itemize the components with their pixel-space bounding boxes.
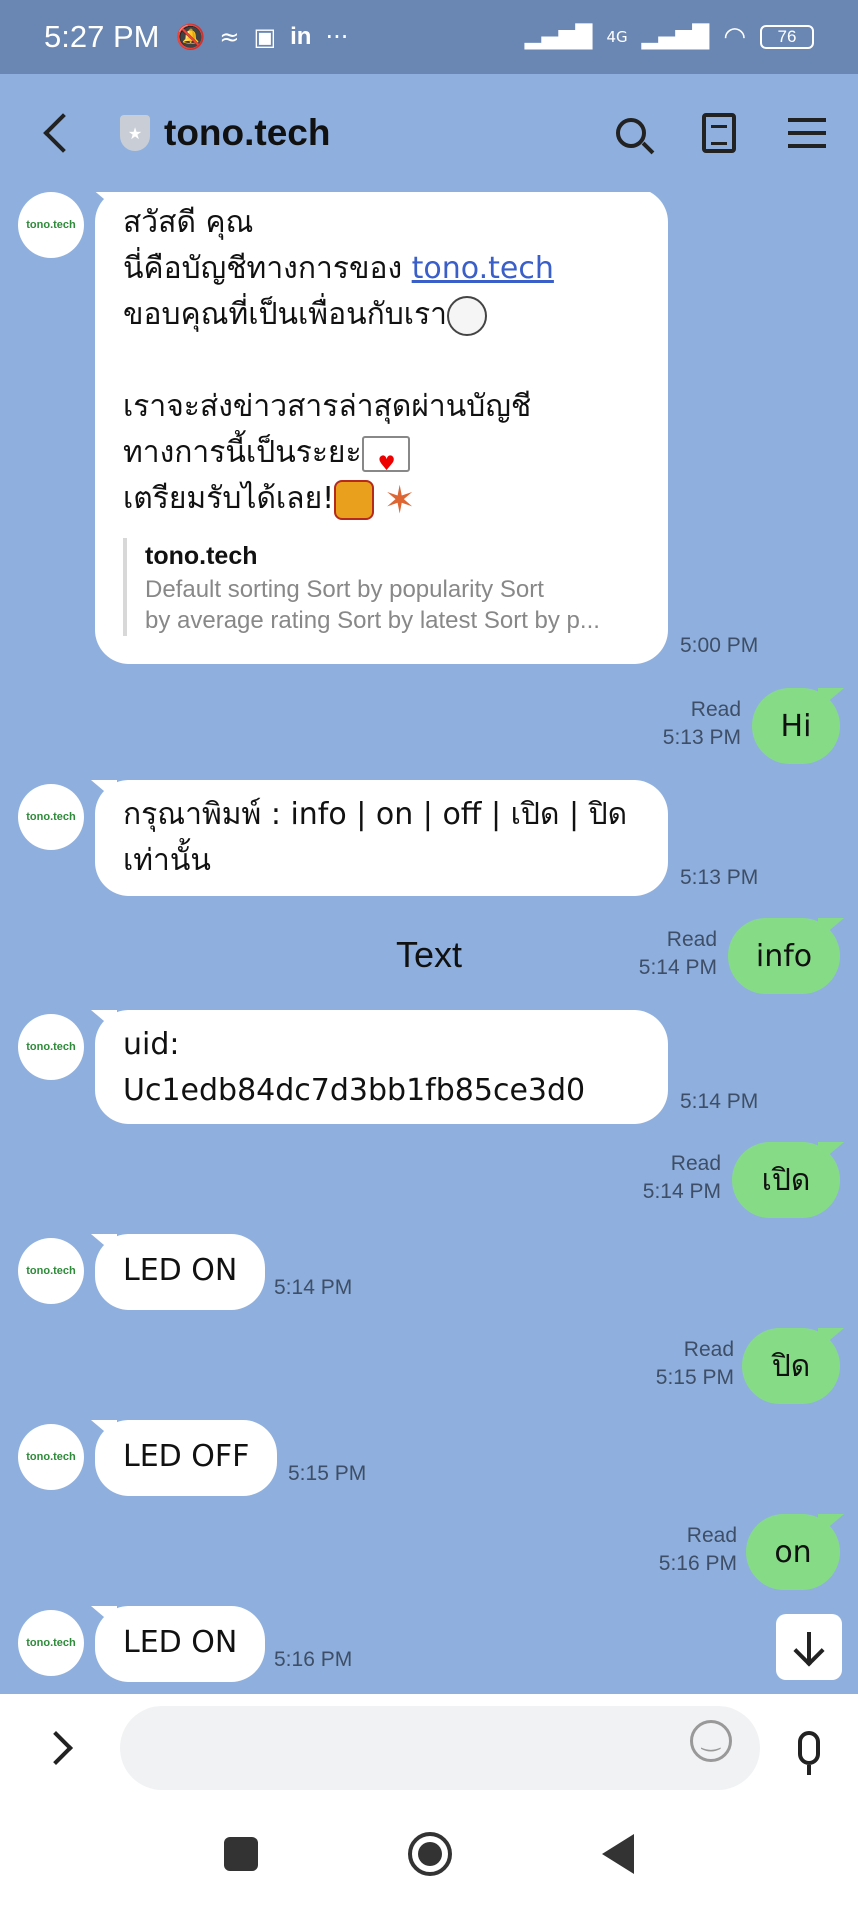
message-time: 5:14 PM: [680, 1090, 759, 1113]
chevron-right-icon: [39, 1730, 73, 1765]
message-text: เท่านั้น: [123, 843, 211, 878]
outgoing-message[interactable]: เปิด: [732, 1142, 840, 1218]
battery-icon: 76: [760, 25, 814, 49]
mute-icon: 🔕: [175, 23, 206, 51]
read-receipt: Read 5:14 PM: [642, 1152, 721, 1203]
preview-description: by average rating Sort by latest Sort by…: [145, 607, 600, 634]
notes-icon: [702, 113, 736, 153]
scroll-to-bottom-button[interactable]: [776, 1614, 842, 1680]
star-icon: ✶: [383, 477, 416, 522]
message-input[interactable]: [120, 1705, 760, 1790]
sticker-face-icon: [447, 295, 488, 336]
emoji-icon[interactable]: [690, 1720, 732, 1762]
outgoing-message[interactable]: ปิด: [742, 1328, 840, 1404]
chat-header: ★ tono.tech: [0, 74, 858, 192]
home-button[interactable]: [408, 1832, 452, 1876]
notes-button[interactable]: [698, 112, 740, 154]
outgoing-message[interactable]: on: [746, 1514, 840, 1590]
incoming-message[interactable]: uid: Uc1edb84dc7d3bb1fb85ce3d0: [95, 1010, 668, 1124]
read-receipt: Read 5:16 PM: [658, 1524, 737, 1575]
message-text: สวัสดี คุณ: [123, 205, 254, 240]
incoming-message[interactable]: LED ON: [95, 1606, 266, 1682]
system-nav-bar: [0, 1801, 858, 1907]
welcome-message[interactable]: สวัสดี คุณ นี่คือบัญชีทางการของ tono.tec…: [95, 192, 668, 664]
signal-icon: ▂▄▆█: [524, 24, 593, 50]
incoming-message[interactable]: LED OFF: [95, 1420, 278, 1496]
search-button[interactable]: [610, 112, 652, 154]
back-nav-button[interactable]: [602, 1834, 634, 1874]
status-bar: 5:27 PM 🔕 ≈ ▣ in ··· ▂▄▆█ 4G ▂▄▆█ ◠ 76: [0, 0, 858, 74]
message-text: เราจะส่งข่าวสารล่าสุดผ่านบัญชี: [123, 389, 532, 424]
mic-button[interactable]: [760, 1730, 820, 1775]
back-arrow-icon: [43, 113, 83, 153]
outgoing-message[interactable]: Hi: [752, 688, 840, 764]
recent-apps-button[interactable]: [224, 1837, 258, 1871]
outgoing-message[interactable]: info: [728, 918, 840, 994]
status-time: 5:27 PM: [44, 19, 160, 54]
message-text: ทางการนี้เป็นระยะ: [123, 430, 640, 486]
expand-button[interactable]: [30, 1723, 73, 1773]
avatar[interactable]: tono.tech: [18, 1014, 84, 1080]
page-title: tono.tech: [164, 112, 331, 153]
shop-icon: ▣: [253, 23, 277, 51]
back-button[interactable]: [30, 108, 83, 158]
notification-icons: 🔕 ≈ ▣ in ···: [175, 23, 348, 51]
data-icon: ≈: [219, 23, 240, 51]
chat-area[interactable]: tono.tech สวัสดี คุณ นี่คือบัญชีทางการขอ…: [0, 192, 858, 1694]
mic-icon: [798, 1730, 820, 1775]
more-icon: ···: [325, 23, 349, 51]
preview-description: Default sorting Sort by popularity Sort: [145, 576, 544, 603]
message-text: นี่คือบัญชีทางการของ tono.tech: [123, 251, 554, 286]
message-text: กรุณาพิมพ์ : info | on | off | เปิด | ปิ…: [123, 797, 628, 832]
read-receipt: Read 5:15 PM: [655, 1338, 734, 1389]
message-text: ขอบคุณที่เป็นเพื่อนกับเรา: [123, 292, 640, 338]
avatar[interactable]: tono.tech: [18, 192, 84, 258]
message-time: 5:16 PM: [274, 1648, 353, 1671]
avatar[interactable]: tono.tech: [18, 1610, 84, 1676]
menu-button[interactable]: [786, 112, 828, 154]
message-time: 5:14 PM: [274, 1276, 353, 1299]
avatar[interactable]: tono.tech: [18, 1424, 84, 1490]
arrow-down-icon: [807, 1632, 811, 1662]
incoming-message[interactable]: กรุณาพิมพ์ : info | on | off | เปิด | ปิ…: [95, 780, 668, 896]
love-letter-icon: [361, 435, 410, 486]
link-preview[interactable]: tono.tech Default sorting Sort by popula…: [123, 538, 640, 636]
avatar[interactable]: tono.tech: [18, 784, 84, 850]
linkedin-icon: in: [290, 23, 312, 50]
preview-title: tono.tech: [145, 542, 258, 570]
avatar[interactable]: tono.tech: [18, 1238, 84, 1304]
incoming-message[interactable]: LED ON: [95, 1234, 266, 1310]
search-icon: [616, 118, 646, 148]
menu-icon: [788, 118, 826, 148]
read-receipt: Read 5:13 PM: [662, 698, 741, 749]
network-label: 4G: [606, 28, 628, 46]
shield-icon: ★: [120, 115, 150, 151]
message-time: 5:13 PM: [680, 866, 759, 889]
message-text: uid: Uc1edb84dc7d3bb1fb85ce3d0: [123, 1027, 586, 1108]
tono-link[interactable]: tono.tech: [412, 251, 554, 286]
message-time: 5:15 PM: [288, 1462, 367, 1485]
status-right: ▂▄▆█ 4G ▂▄▆█ ◠ 76: [525, 22, 814, 52]
message-input-bar: [0, 1694, 858, 1801]
read-receipt: Read 5:14 PM: [638, 928, 717, 979]
gift-icon: [334, 479, 375, 520]
wifi-icon: ◠: [723, 22, 746, 52]
signal-icon-2: ▂▄▆█: [641, 24, 710, 50]
message-time: 5:00 PM: [680, 634, 759, 657]
